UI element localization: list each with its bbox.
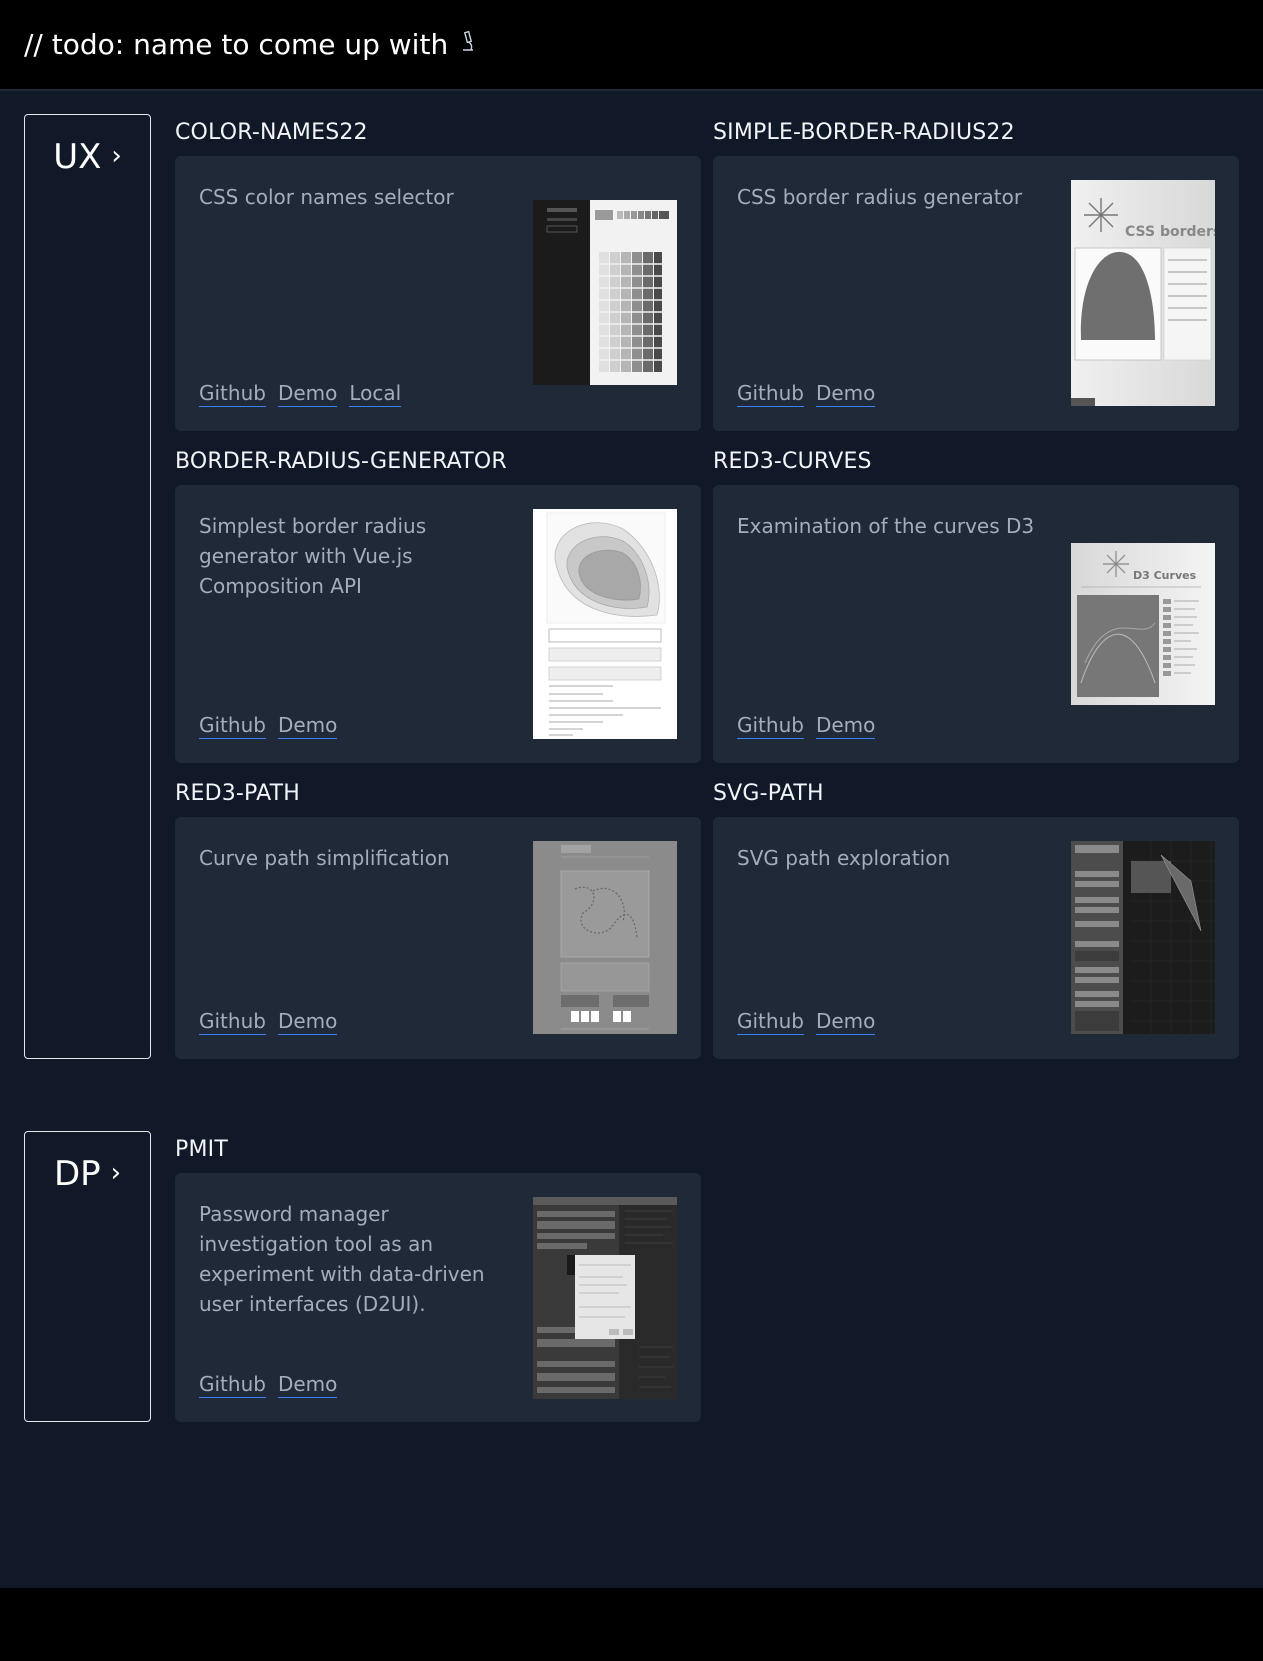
page-header: // todo: name to come up with: [0, 0, 1263, 91]
project-card: Curve path simplification Github Demo: [175, 817, 701, 1059]
demo-link[interactable]: Demo: [815, 381, 876, 407]
project-screenshot[interactable]: [533, 1197, 677, 1399]
github-link[interactable]: Github: [199, 713, 266, 739]
thumb-heading: D3 Curves: [1133, 569, 1197, 582]
section-label: DP: [53, 1154, 101, 1194]
github-link[interactable]: Github: [199, 1372, 266, 1398]
project-screenshot[interactable]: D3 Curves: [1071, 543, 1215, 705]
project-card: Password manager investigation tool as a…: [175, 1173, 701, 1422]
project-screenshot[interactable]: [533, 200, 677, 385]
project-description: Examination of the curves D3: [737, 514, 1035, 538]
github-link[interactable]: Github: [737, 381, 804, 407]
github-link[interactable]: Github: [737, 1009, 804, 1035]
project-screenshot[interactable]: [533, 509, 677, 739]
project-card: Examination of the curves D3 Github Demo…: [713, 485, 1239, 763]
project-description: Curve path simplification: [199, 846, 450, 870]
chevron-right-icon: ›: [110, 1158, 122, 1188]
github-link[interactable]: Github: [199, 381, 266, 407]
project-title: BORDER-RADIUS-GENERATOR: [175, 449, 507, 474]
section-label: UX: [53, 137, 102, 177]
project-title: RED3-PATH: [175, 781, 301, 806]
project-title: SVG-PATH: [713, 781, 824, 806]
demo-link[interactable]: Demo: [277, 381, 338, 407]
section-tab-dp[interactable]: DP ›: [24, 1131, 151, 1422]
chevron-right-icon: ›: [111, 141, 122, 171]
project-description: SVG path exploration: [737, 846, 951, 870]
demo-link[interactable]: Demo: [277, 713, 338, 739]
github-link[interactable]: Github: [737, 713, 804, 739]
project-card: CSS border radius generator Github Demo …: [713, 156, 1239, 431]
project-description: Password manager investigation tool as a…: [199, 1202, 485, 1316]
project-title: SIMPLE-BORDER-RADIUS22: [713, 120, 1015, 145]
project-description: CSS color names selector: [199, 185, 454, 209]
project-card: CSS color names selector Github Demo Loc…: [175, 156, 701, 431]
section-tab-ux[interactable]: UX ›: [24, 114, 151, 1059]
project-card: SVG path exploration Github Demo: [713, 817, 1239, 1059]
thumb-heading: CSS borders: [1125, 224, 1215, 240]
page-title: // todo: name to come up with: [24, 28, 449, 61]
project-card: Simplest border radius generator with Vu…: [175, 485, 701, 763]
local-link[interactable]: Local: [349, 381, 402, 407]
project-screenshot[interactable]: [1071, 841, 1215, 1034]
project-title: RED3-CURVES: [713, 449, 872, 474]
page-footer: [0, 1588, 1263, 1661]
project-description: Simplest border radius generator with Vu…: [199, 514, 427, 598]
project-screenshot[interactable]: [533, 841, 677, 1034]
demo-link[interactable]: Demo: [815, 1009, 876, 1035]
demo-link[interactable]: Demo: [277, 1372, 338, 1398]
demo-link[interactable]: Demo: [815, 713, 876, 739]
microscope-icon: [460, 30, 476, 59]
demo-link[interactable]: Demo: [277, 1009, 338, 1035]
project-title: COLOR-NAMES22: [175, 120, 368, 145]
project-description: CSS border radius generator: [737, 185, 1023, 209]
github-link[interactable]: Github: [199, 1009, 266, 1035]
project-title: PMIT: [175, 1137, 228, 1162]
project-screenshot[interactable]: CSS borders: [1071, 180, 1215, 406]
